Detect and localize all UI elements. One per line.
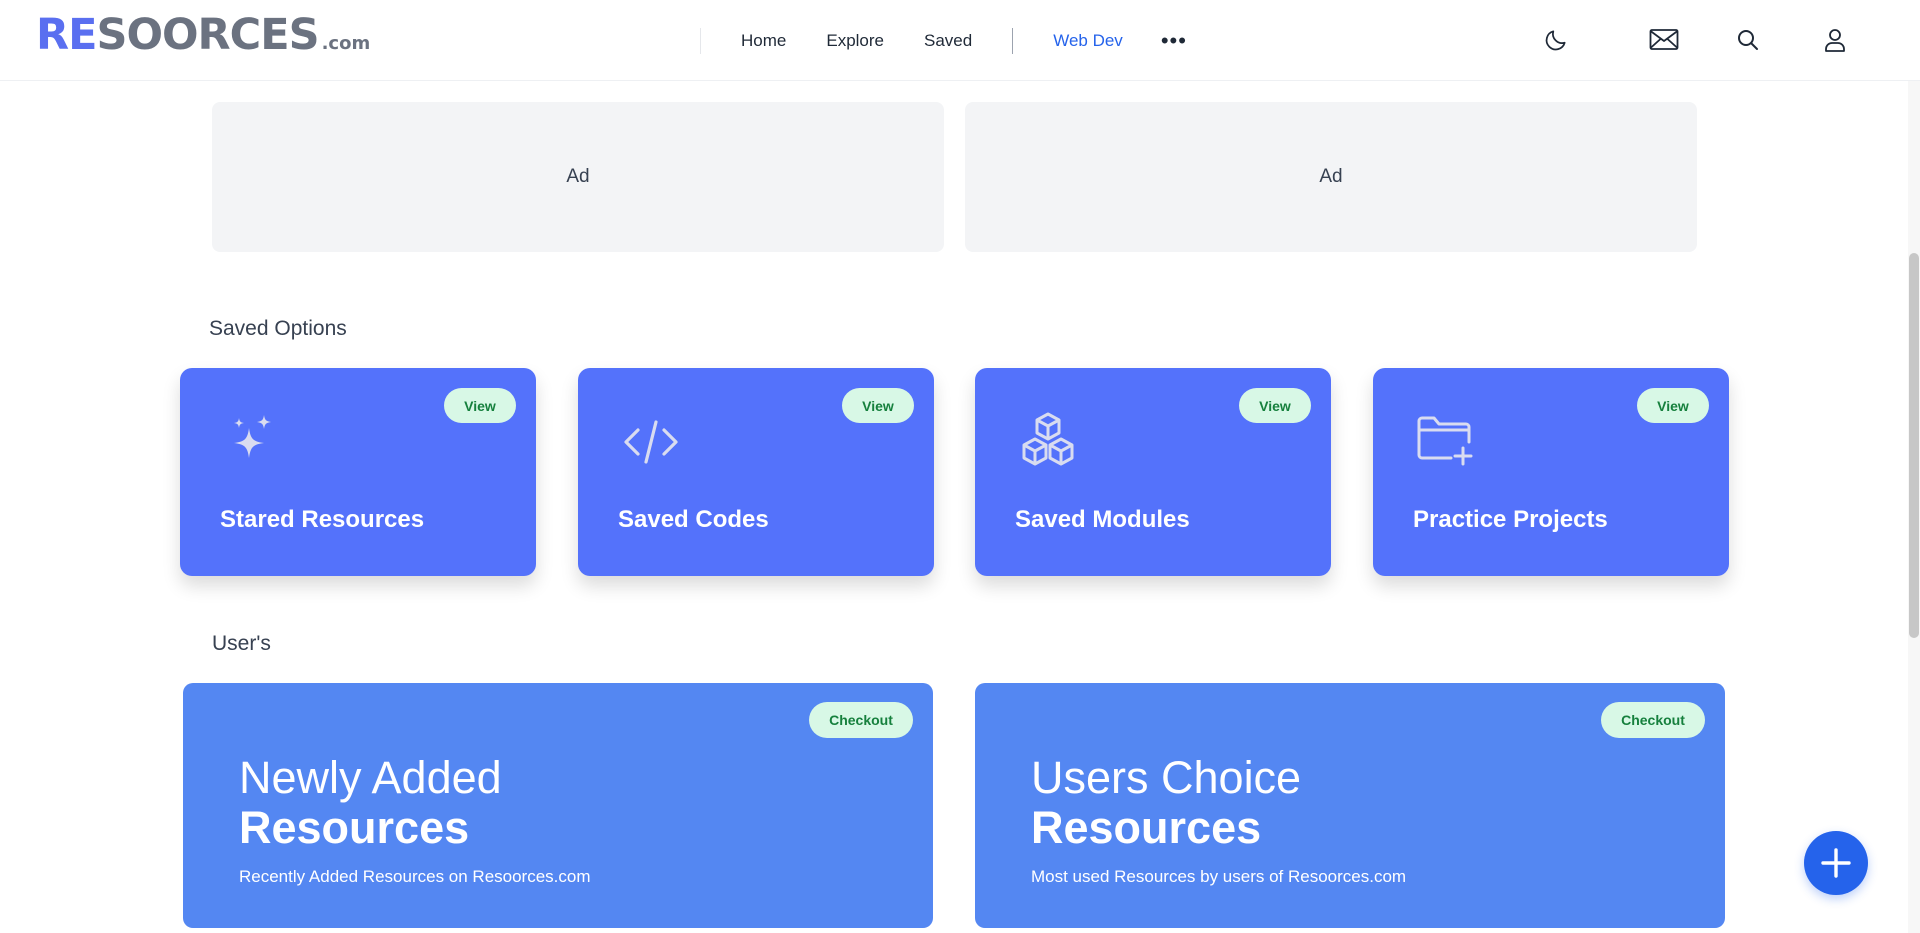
logo-text-main: SOORCES [96,10,319,60]
folder-plus-icon [1413,408,1479,474]
ad-slot-right[interactable]: Ad [965,102,1697,252]
card-newly-added-resources[interactable]: Checkout Newly Added Resources Recently … [183,683,933,928]
sparkles-icon [220,408,286,474]
cubes-icon [1015,408,1081,474]
checkout-button[interactable]: Checkout [809,702,913,738]
card-description: Recently Added Resources on Resoorces.co… [239,867,591,886]
main-nav: Home Explore Saved Web Dev ••• [700,0,1187,81]
card-title-line1: Users Choice [1031,752,1302,803]
checkout-button[interactable]: Checkout [1601,702,1705,738]
users-heading: User's [212,632,271,655]
search-icon[interactable] [1732,24,1764,56]
view-button[interactable]: View [1637,388,1709,423]
card-users-choice-resources[interactable]: Checkout Users Choice Resources Most use… [975,683,1725,928]
user-icon[interactable] [1819,24,1851,56]
logo-text-accent: RE [36,10,97,60]
plus-icon [1821,848,1851,878]
card-description: Most used Resources by users of Resoorce… [1031,867,1407,886]
card-title: Stared Resources [220,506,425,533]
card-title-line1: Newly Added [239,752,502,803]
saved-options-heading: Saved Options [209,317,347,340]
site-logo[interactable]: RESOORCES .com [36,14,370,57]
card-title: Saved Modules [1015,506,1190,533]
card-title-line2: Resources [239,802,470,853]
ad-label: Ad [1319,166,1343,187]
view-button[interactable]: View [842,388,914,423]
view-button[interactable]: View [1239,388,1311,423]
more-menu-icon[interactable]: ••• [1161,29,1187,52]
view-button[interactable]: View [444,388,516,423]
card-title: Saved Codes [618,506,769,533]
add-resource-button[interactable] [1804,831,1868,895]
nav-explore[interactable]: Explore [826,31,884,51]
card-stared-resources[interactable]: View Stared Resources [180,368,536,576]
scrollbar-thumb[interactable] [1909,253,1919,638]
card-saved-codes[interactable]: View Saved Codes [578,368,934,576]
nav-divider [700,27,701,54]
ad-slot-left[interactable]: Ad [212,102,944,252]
nav-active-category[interactable]: Web Dev [1053,31,1123,51]
logo-text: RESOORCES [36,14,320,57]
moon-icon[interactable] [1540,24,1572,56]
logo-suffix: .com [321,33,371,54]
nav-saved[interactable]: Saved [924,31,972,51]
nav-divider [1012,27,1014,54]
mail-icon[interactable] [1648,24,1680,56]
card-title: Practice Projects [1413,506,1608,533]
card-practice-projects[interactable]: View Practice Projects [1373,368,1729,576]
code-icon [618,408,684,474]
top-header: RESOORCES .com Home Explore Saved Web De… [0,0,1920,81]
nav-home[interactable]: Home [741,31,786,51]
ad-label: Ad [566,166,590,187]
card-title-line2: Resources [1031,802,1262,853]
card-saved-modules[interactable]: View Saved Modules [975,368,1331,576]
